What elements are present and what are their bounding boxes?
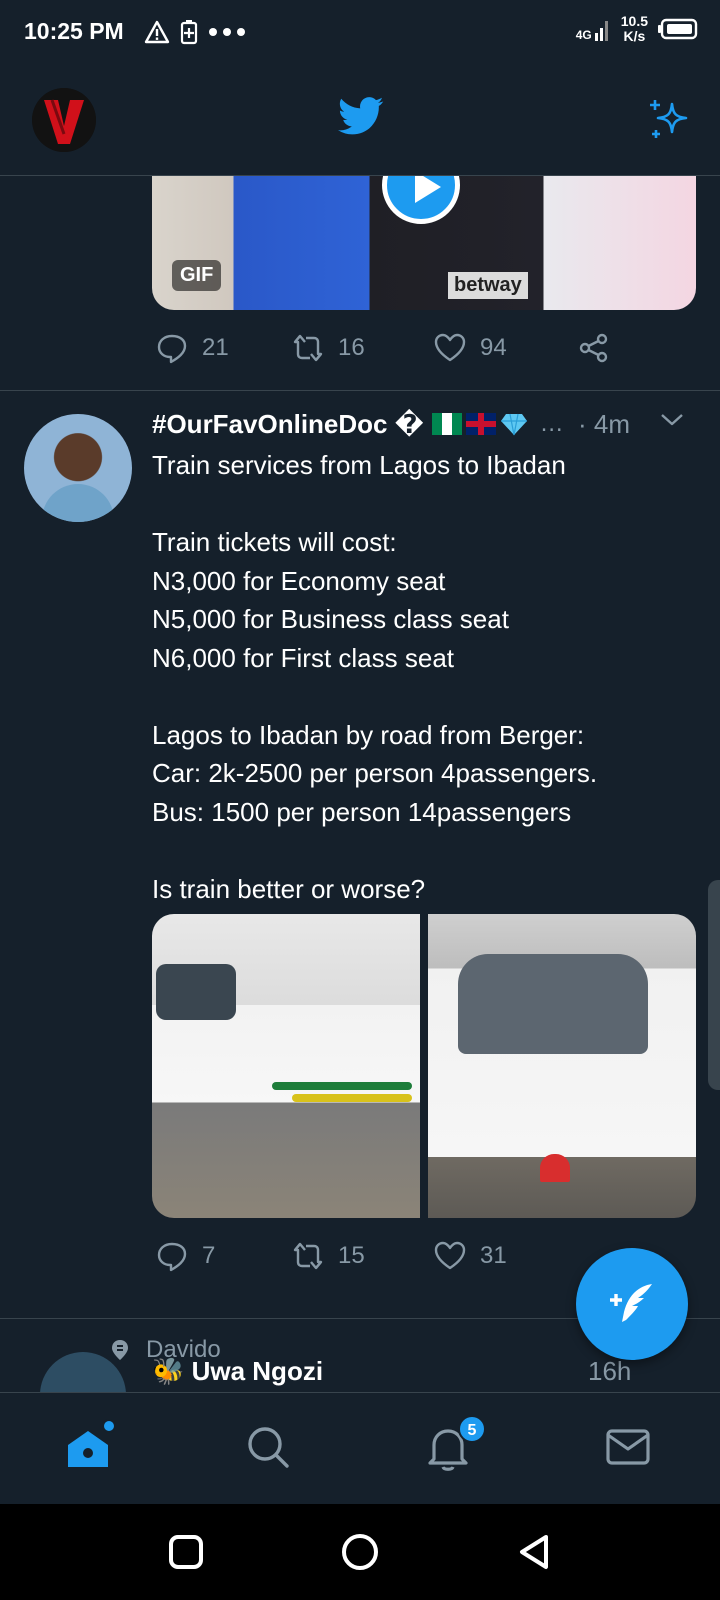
tweet-media-grid [152, 914, 696, 1218]
tweet-divider [0, 390, 720, 391]
train-stripe [272, 1082, 412, 1090]
back-triangle-icon[interactable] [514, 1532, 554, 1572]
nav-notifications[interactable]: 5 [420, 1415, 486, 1479]
alert-triangle-icon [144, 20, 170, 44]
network-speed-value: 10.5 [620, 13, 648, 29]
uk-flag-icon [465, 413, 496, 435]
next-author-name[interactable]: 🐝 Uwa Ngozi [152, 1356, 323, 1386]
network-speed-unit: K/s [623, 28, 646, 44]
recent-apps-icon[interactable] [166, 1532, 206, 1572]
battery-saver-icon [180, 20, 198, 45]
status-system-icons: 4G 10.5 K/s [576, 14, 698, 44]
gem-icon [500, 413, 527, 436]
network-speed: 10.5 K/s [621, 14, 648, 44]
tweet-line [152, 677, 712, 716]
train-photo-left[interactable] [152, 914, 420, 1218]
tweet-header: #OurFavOnlineDoc � … · 4m [152, 404, 712, 444]
like-button[interactable]: 94 [434, 332, 507, 364]
tweet-line: Train tickets will cost: [152, 527, 397, 557]
author-emojis [431, 412, 528, 436]
retweet-icon [293, 334, 323, 362]
gif-media[interactable]: GIF betway [152, 176, 696, 310]
nav-search[interactable] [240, 1419, 300, 1479]
name-truncation: … [539, 410, 564, 437]
retweet-count: 16 [338, 334, 365, 361]
author-avatar[interactable] [24, 414, 132, 522]
timeline-feed[interactable]: GIF betway 21 16 94 #OurFavOnlineDoc � …… [0, 176, 720, 1392]
reply-icon [157, 1242, 187, 1272]
nav-home[interactable] [60, 1419, 120, 1479]
train-windshield [156, 964, 236, 1020]
search-icon [248, 1427, 289, 1468]
tweet-line: N3,000 for Economy seat [152, 565, 446, 596]
chevron-down-icon[interactable] [658, 410, 686, 430]
account-avatar[interactable] [32, 88, 96, 152]
tweet-text: Train services from Lagos to Ibadan Trai… [152, 446, 712, 908]
like-count: 94 [480, 334, 507, 361]
train-photo-right[interactable] [428, 914, 696, 1218]
retweet-count: 15 [338, 1242, 365, 1269]
signal-icon [594, 21, 608, 41]
tweet-line: Train services from Lagos to Ibadan [152, 450, 566, 480]
status-time: 10:25 PM [24, 18, 124, 44]
top-app-bar [0, 64, 720, 176]
notification-badge: 5 [458, 1415, 486, 1443]
bottom-navigation: 5 [0, 1392, 720, 1504]
worker-helmet [540, 1154, 570, 1182]
tweet-line: Bus: 1500 per person 14passengers [152, 796, 572, 827]
status-bar: 10:25 PM 4G 10.5 K/s [0, 0, 720, 64]
more-dots-icon [209, 28, 245, 36]
sparkle-icon[interactable] [646, 96, 694, 144]
gif-badge: GIF [172, 260, 222, 291]
retweet-button[interactable]: 15 [292, 1240, 365, 1272]
home-circle-icon[interactable] [340, 1532, 380, 1572]
next-tweet-time: 16h [588, 1356, 632, 1386]
tweet-line: Lagos to Ibadan by road from Berger: [152, 719, 585, 750]
compose-feather-icon [610, 1284, 652, 1322]
home-new-indicator [102, 1419, 116, 1433]
v-logo-icon [32, 88, 96, 152]
tweet-line [152, 485, 712, 524]
next-tweet-header: 🐝 Uwa Ngozi 16h [152, 1356, 631, 1387]
media-shirt-text: betway [448, 272, 528, 299]
scroll-indicator[interactable] [708, 880, 720, 1090]
like-button[interactable]: 31 [434, 1240, 507, 1272]
reply-count: 21 [202, 334, 229, 361]
train-stripe [292, 1094, 412, 1102]
play-button[interactable] [382, 176, 460, 224]
heart-icon [434, 333, 466, 362]
reply-button[interactable]: 21 [156, 332, 229, 364]
status-notification-icons [144, 16, 248, 48]
share-icon [579, 333, 608, 363]
retweet-icon [293, 1242, 323, 1270]
mail-icon [606, 1429, 650, 1465]
twitter-bird-icon [338, 97, 384, 135]
tweet-line: N5,000 for Business class seat [152, 604, 509, 634]
retweet-button[interactable]: 16 [292, 332, 365, 364]
tweet-timestamp: · 4m [578, 408, 630, 439]
signal-indicator: 4G [576, 17, 611, 41]
tweet-line: Is train better or worse? [152, 873, 426, 904]
battery-icon [658, 18, 698, 40]
compose-tweet-button[interactable] [576, 1248, 688, 1360]
like-count: 31 [480, 1242, 507, 1269]
author-name[interactable]: #OurFavOnlineDoc � [152, 409, 424, 440]
tweet-line [152, 831, 712, 870]
heart-icon [434, 1241, 466, 1270]
tweet-line: N6,000 for First class seat [152, 642, 454, 673]
train-front-window [458, 954, 648, 1054]
nav-messages[interactable] [600, 1419, 660, 1479]
previous-tweet-actions: 21 16 94 [152, 328, 622, 368]
nigeria-flag-icon [431, 413, 462, 435]
tweet-line: Car: 2k-2500 per person 4passengers. [152, 758, 598, 788]
reply-count: 7 [202, 1242, 216, 1269]
tweet-actions: 7 15 31 [152, 1236, 622, 1276]
network-type-label: 4G [575, 28, 592, 42]
share-button[interactable] [578, 332, 610, 364]
reply-icon [157, 334, 187, 364]
topic-pin-icon [112, 1340, 128, 1360]
reply-button[interactable]: 7 [156, 1240, 215, 1272]
system-navigation-bar [0, 1504, 720, 1600]
